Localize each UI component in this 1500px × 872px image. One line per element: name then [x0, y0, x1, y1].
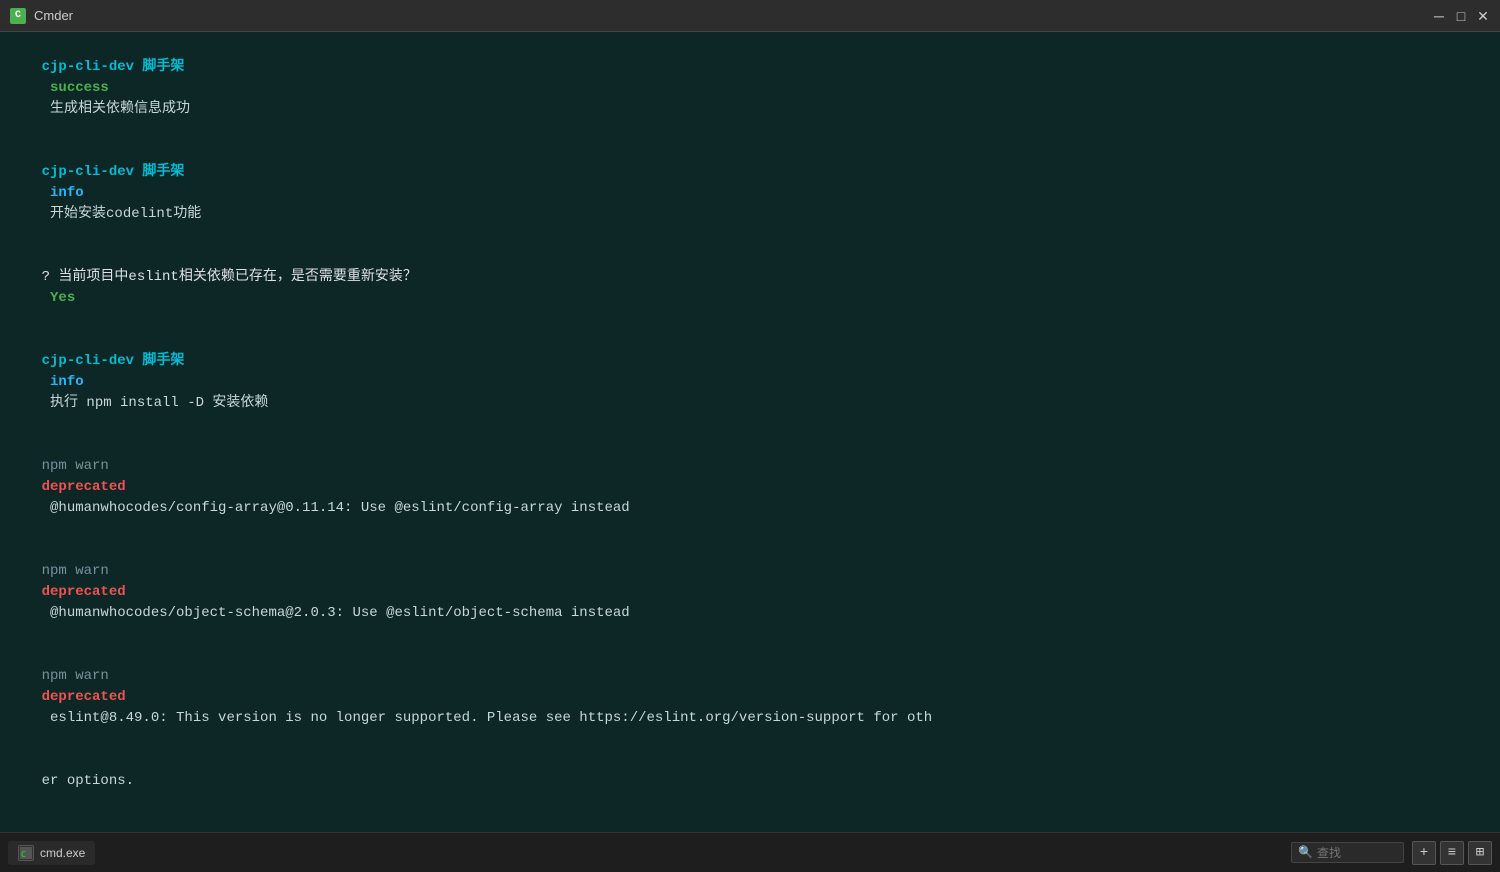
deprecated-tag: deprecated: [42, 689, 126, 705]
warn-cont: er options.: [42, 773, 134, 789]
close-button[interactable]: ✕: [1476, 9, 1490, 23]
warn-detail: eslint@8.49.0: This version is no longer…: [42, 710, 933, 726]
status-tag: info: [42, 374, 84, 390]
cli-prefix: cjp-cli-dev 脚手架: [42, 353, 185, 369]
window-controls: ─ □ ✕: [1432, 9, 1490, 23]
cli-prefix: cjp-cli-dev 脚手架: [42, 59, 185, 75]
taskbar: C cmd.exe 🔍 + ≡ ⊞: [0, 832, 1500, 872]
search-icon: 🔍: [1298, 845, 1313, 860]
add-tab-button[interactable]: +: [1412, 841, 1436, 865]
terminal-area: cjp-cli-dev 脚手架 success 生成相关依赖信息成功 cjp-c…: [0, 32, 1500, 832]
status-tag: success: [42, 80, 109, 96]
deprecated-tag: deprecated: [42, 479, 126, 495]
line-text: 执行 npm install -D 安装依赖: [42, 395, 269, 411]
npm-warn-text: npm warn: [42, 668, 118, 684]
minimize-button[interactable]: ─: [1432, 9, 1446, 23]
taskbar-app-name: cmd.exe: [40, 846, 85, 860]
cli-prefix: cjp-cli-dev 脚手架: [42, 164, 185, 180]
taskbar-controls: + ≡ ⊞: [1412, 841, 1492, 865]
terminal-line: npm warn deprecated eslint@8.49.0: This …: [8, 645, 1492, 750]
line-text: 生成相关依赖信息成功: [42, 101, 190, 117]
menu-button[interactable]: ≡: [1440, 841, 1464, 865]
npm-warn-text: npm warn: [42, 563, 118, 579]
app-icon: C: [10, 8, 26, 24]
terminal-line: npm warn deprecated @humanwhocodes/objec…: [8, 540, 1492, 645]
cmd-icon: C: [20, 847, 32, 859]
maximize-button[interactable]: □: [1454, 9, 1468, 23]
taskbar-app-icon: C: [18, 845, 34, 861]
line-text: 开始安装codelint功能: [42, 206, 202, 222]
terminal-line: cjp-cli-dev 脚手架 info 开始安装codelint功能: [8, 141, 1492, 246]
app-title: Cmder: [34, 8, 1432, 23]
terminal-line: cjp-cli-dev 脚手架 success 生成相关依赖信息成功: [8, 36, 1492, 141]
question-text: ? 当前项目中eslint相关依赖已存在，是否需要重新安装？: [42, 269, 417, 285]
terminal-line: cjp-cli-dev 脚手架 info 执行 npm install -D 安…: [8, 330, 1492, 435]
svg-text:C: C: [21, 850, 26, 859]
warn-detail: @humanwhocodes/config-array@0.11.14: Use…: [42, 500, 630, 516]
layout-button[interactable]: ⊞: [1468, 841, 1492, 865]
terminal-line: er options.: [8, 750, 1492, 813]
answer-text: Yes: [42, 290, 76, 306]
title-bar: C Cmder ─ □ ✕: [0, 0, 1500, 32]
taskbar-search-box[interactable]: 🔍: [1291, 842, 1404, 863]
terminal-line: npm warn deprecated @humanwhocodes/confi…: [8, 435, 1492, 540]
status-tag: info: [42, 185, 84, 201]
search-input[interactable]: [1317, 846, 1397, 860]
npm-warn-text: npm warn: [42, 458, 118, 474]
empty-line: [8, 813, 1492, 832]
warn-detail: @humanwhocodes/object-schema@2.0.3: Use …: [42, 605, 630, 621]
deprecated-tag: deprecated: [42, 584, 126, 600]
taskbar-app[interactable]: C cmd.exe: [8, 841, 95, 865]
terminal-line: ? 当前项目中eslint相关依赖已存在，是否需要重新安装？ Yes: [8, 246, 1492, 330]
